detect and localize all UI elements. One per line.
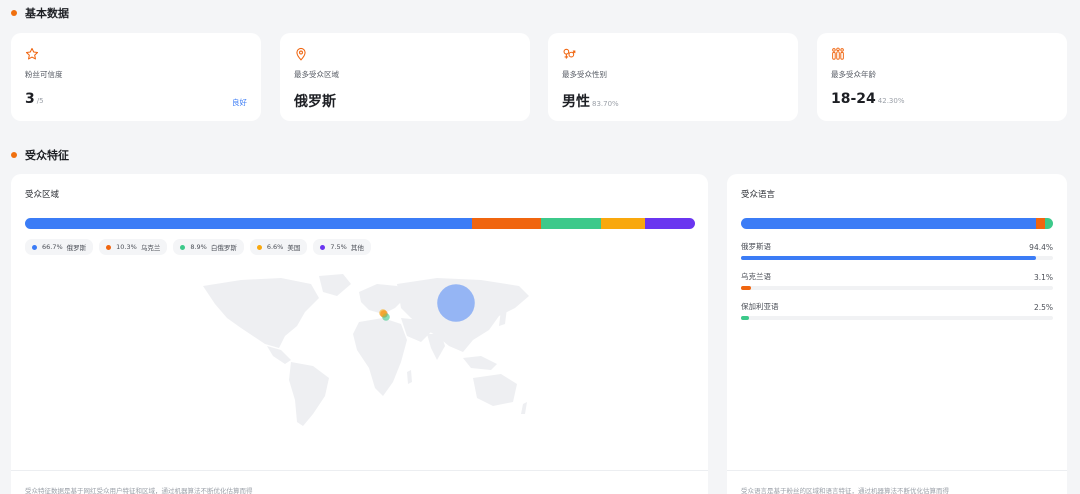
stat-card-credibility: 粉丝可信度 3/5 良好	[11, 33, 261, 121]
stat-label: 最多受众年龄	[831, 70, 876, 79]
gender-icon	[563, 48, 576, 59]
language-progress-track	[741, 316, 1053, 320]
world-map	[203, 274, 529, 426]
legend-dot	[32, 244, 37, 250]
location-pin-icon	[296, 47, 306, 61]
legend-item: 10.3% 乌克兰	[99, 239, 168, 255]
language-progress-track	[741, 286, 1053, 290]
language-pct: 94.4%	[1029, 243, 1053, 252]
section-title-text: 基本数据	[25, 7, 69, 20]
stat-label: 最多受众区域	[294, 70, 339, 79]
region-footnote: 受众特征数据是基于网红受众用户特征和区域，通过机器算法不断优化估算而得	[25, 487, 253, 494]
legend-item: 7.5% 其他	[313, 239, 371, 255]
legend-label: 俄罗斯	[66, 244, 87, 252]
stat-card-gender: 最多受众性别 男性 83.70%	[548, 33, 798, 121]
audience-language-panel: 受众语言 俄罗斯语 94.4% 乌克兰语 3.1% 保加利亚语 2.5% 受众语言是基于粉…	[727, 174, 1067, 494]
language-name: 保加利亚语	[741, 302, 779, 311]
legend-dot	[180, 244, 186, 250]
legend-item: 6.6% 美国	[249, 239, 308, 255]
region-bar-segment	[600, 218, 645, 229]
legend-pct: 6.6%	[266, 243, 284, 251]
stat-sub: 83.70%	[592, 100, 619, 108]
language-name: 俄罗斯语	[741, 242, 771, 251]
legend-pct: 10.3%	[116, 243, 137, 251]
people-icon	[832, 47, 844, 60]
panel-title: 受众语言	[741, 190, 776, 200]
panel-footer: 受众语言是基于粉丝的区域和语言特征，通过机器算法不断优化估算而得	[727, 470, 1067, 494]
stat-card-region: 最多受众区域 俄罗斯	[280, 33, 530, 121]
region-bar-segment	[471, 218, 541, 229]
language-stacked-bar	[741, 218, 1053, 229]
stat-label: 最多受众性别	[562, 70, 607, 79]
language-progress-fill	[741, 316, 749, 320]
language-progress-fill	[741, 256, 1036, 260]
audience-region-panel: 受众区域 66.7% 俄罗斯 10.3% 乌克兰 8.9% 白俄罗斯 6.6% 美国 7.5% 其…	[11, 174, 708, 494]
region-bar-segment	[644, 218, 695, 229]
legend-item: 8.9% 白俄罗斯	[173, 239, 244, 255]
stat-sub: 42.30%	[877, 97, 905, 105]
language-row: 俄罗斯语 94.4%	[741, 241, 1053, 265]
language-footnote: 受众语言是基于粉丝的区域和语言特征，通过机器算法不断优化估算而得	[741, 487, 949, 494]
legend-pct: 8.9%	[190, 243, 207, 251]
stat-sub: /5	[36, 97, 44, 105]
legend-label: 乌克兰	[140, 244, 161, 252]
legend-dot	[320, 244, 326, 250]
stat-value: 俄罗斯	[294, 94, 336, 110]
region-legend: 66.7% 俄罗斯 10.3% 乌克兰 8.9% 白俄罗斯 6.6% 美国 7.5% 其他	[25, 239, 371, 255]
language-progress-fill	[741, 286, 751, 290]
section-dot	[11, 10, 17, 16]
legend-pct: 7.5%	[330, 243, 347, 251]
legend-dot	[256, 244, 262, 250]
stat-value: 男性 83.70%	[562, 94, 619, 110]
stat-card-age: 最多受众年龄 18-24 42.30%	[817, 33, 1067, 121]
panel-title: 受众区域	[25, 190, 60, 200]
language-row: 保加利亚语 2.5%	[741, 301, 1053, 325]
region-stacked-bar	[25, 218, 695, 229]
legend-pct: 66.7%	[42, 243, 63, 251]
legend-label: 白俄罗斯	[210, 244, 237, 252]
stat-value: 3/5	[25, 91, 44, 107]
credibility-rating: 良好	[232, 98, 247, 107]
section-title-text: 受众特征	[25, 149, 69, 162]
language-pct: 3.1%	[1033, 273, 1053, 282]
language-bar-segment	[1035, 218, 1046, 229]
region-bar-segment	[540, 218, 601, 229]
region-bar-segment	[25, 218, 472, 229]
language-bar-segment	[741, 218, 1036, 229]
language-bar-segment	[1045, 218, 1053, 229]
map-bubble[interactable]	[437, 284, 475, 322]
section-title-basic: 基本数据	[11, 5, 69, 21]
legend-label: 其他	[350, 244, 364, 252]
section-dot	[11, 152, 17, 158]
panel-footer: 受众特征数据是基于网红受众用户特征和区域，通过机器算法不断优化估算而得	[11, 470, 708, 494]
section-title-audience: 受众特征	[11, 147, 69, 163]
legend-dot	[106, 244, 112, 250]
map-bubble[interactable]	[379, 309, 387, 317]
language-name: 乌克兰语	[741, 272, 771, 281]
language-row: 乌克兰语 3.1%	[741, 271, 1053, 295]
legend-item: 66.7% 俄罗斯	[25, 239, 94, 255]
stat-value: 18-24 42.30%	[831, 91, 905, 107]
star-icon	[25, 47, 39, 60]
language-pct: 2.5%	[1033, 303, 1053, 312]
stat-label: 粉丝可信度	[25, 70, 63, 79]
language-progress-track	[741, 256, 1053, 260]
legend-label: 美国	[287, 244, 301, 252]
